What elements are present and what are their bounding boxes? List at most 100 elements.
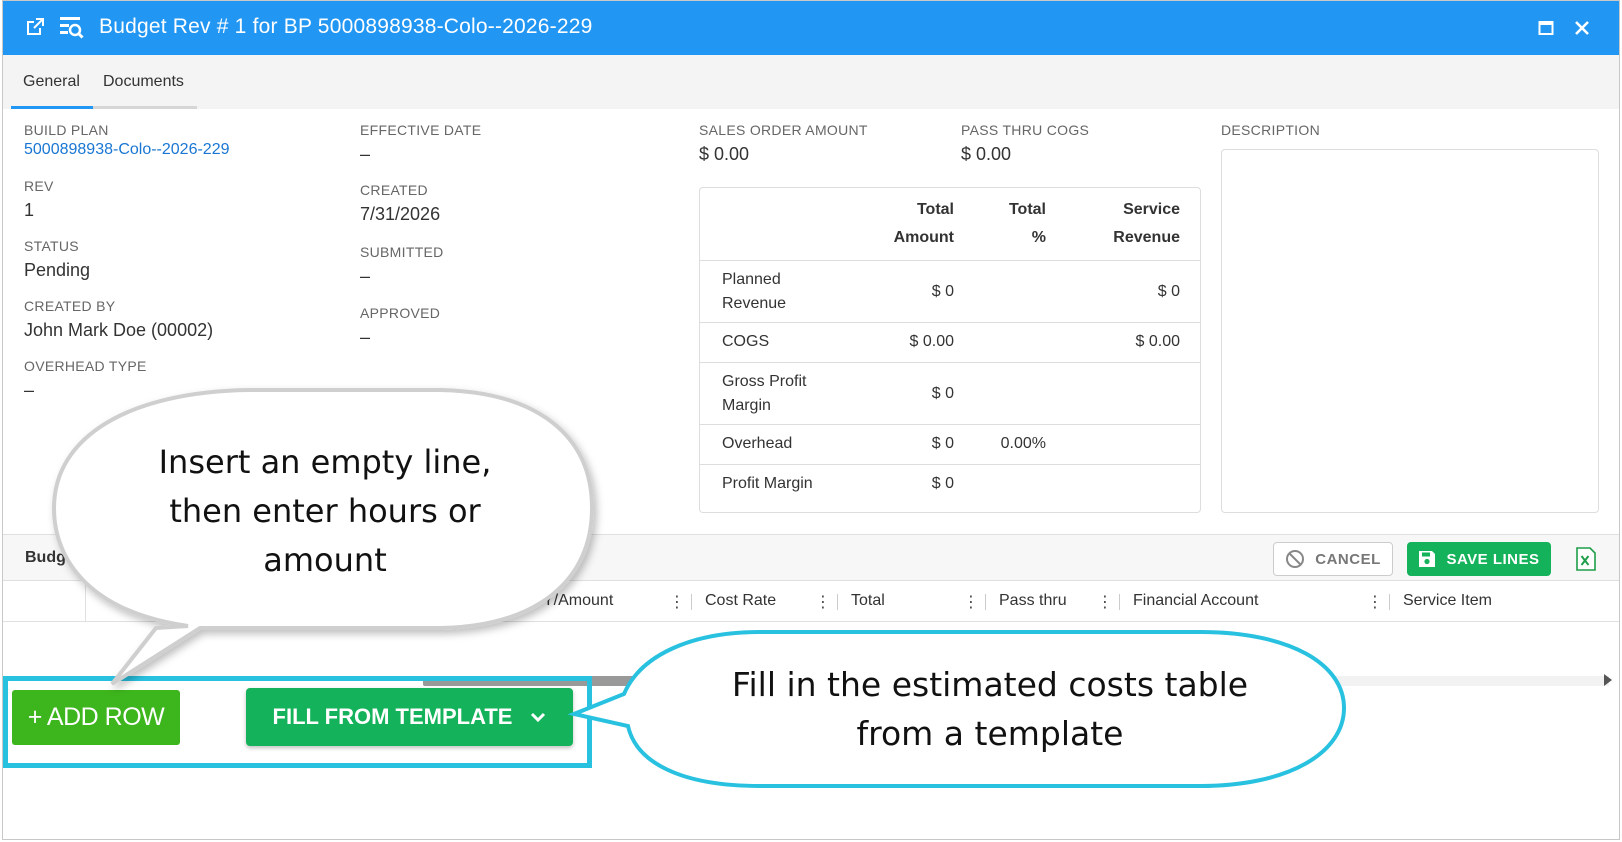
column-menu-icon[interactable]: ⋮ <box>669 592 685 612</box>
description-label: DESCRIPTION <box>1221 122 1320 138</box>
column-menu-icon[interactable]: ⋮ <box>963 592 979 612</box>
row-label-line2: Margin <box>722 397 771 414</box>
column-header-cost-rate[interactable]: Cost Rate <box>705 592 776 610</box>
save-lines-button[interactable]: SAVE LINES <box>1407 542 1551 576</box>
sales-order-amount-label: SALES ORDER AMOUNT <box>699 122 868 138</box>
fill-from-template-label: FILL FROM TEMPLATE <box>272 704 513 729</box>
cancel-button[interactable]: CANCEL <box>1273 542 1393 576</box>
excel-export-icon[interactable] <box>1575 547 1597 571</box>
column-header-qty-amount[interactable]: Y/Amount <box>543 592 613 610</box>
overhead-type-label: OVERHEAD TYPE <box>24 358 147 374</box>
header-service-revenue: Service Revenue <box>1060 196 1180 252</box>
maximize-icon[interactable] <box>1533 15 1559 41</box>
search-records-icon[interactable] <box>59 15 85 41</box>
column-header-financial-account[interactable]: Financial Account <box>1133 592 1258 610</box>
title-bar: Budget Rev # 1 for BP 5000898938-Colo--2… <box>3 1 1619 55</box>
submitted-label: SUBMITTED <box>360 244 444 260</box>
column-separator[interactable] <box>1389 594 1390 610</box>
column-header-service-item[interactable]: Service Item <box>1403 592 1492 610</box>
row-label-line2: Revenue <box>722 295 787 312</box>
save-icon <box>1419 551 1436 567</box>
row-label-gross-profit-margin: Gross Profit Margin <box>722 370 842 418</box>
open-external-icon[interactable] <box>23 15 49 41</box>
column-menu-icon[interactable]: ⋮ <box>1097 592 1113 612</box>
tab-documents-label: Documents <box>103 73 184 90</box>
effective-date-value: – <box>360 144 371 164</box>
column-separator[interactable] <box>837 594 838 610</box>
description-field[interactable] <box>1221 149 1599 513</box>
grid-row-selector-divider <box>85 580 86 622</box>
budget-summary-table: Total Amount Total % Service Revenue Pla… <box>699 187 1201 513</box>
overhead-type-value: – <box>24 380 35 400</box>
cancel-icon <box>1286 550 1305 568</box>
header-service-revenue-line2: Revenue <box>1113 229 1180 246</box>
close-icon[interactable] <box>1569 15 1595 41</box>
planned-revenue-service: $ 0 <box>1157 283 1180 300</box>
header-total-amount: Total Amount <box>840 196 954 252</box>
tab-general[interactable]: General <box>11 73 93 109</box>
rev-value: 1 <box>24 200 35 220</box>
row-divider <box>700 362 1200 363</box>
callout-left-line: Insert an empty line, <box>158 443 492 481</box>
scroll-right-arrow-icon[interactable] <box>1604 674 1612 686</box>
column-separator[interactable] <box>691 594 692 610</box>
callout-right-line: Fill in the estimated costs table <box>731 665 1249 704</box>
row-label-line1: Profit Margin <box>722 475 813 492</box>
inactive-tab-indicator <box>93 106 197 109</box>
header-total-amount-line1: Total <box>916 201 954 218</box>
created-value: 7/31/2026 <box>360 204 441 224</box>
row-label-cogs: COGS <box>722 330 842 354</box>
header-total-pct-line2: % <box>1031 229 1046 246</box>
cogs-service: $ 0.00 <box>1135 333 1180 350</box>
status-label: STATUS <box>24 238 79 254</box>
status-value: Pending <box>24 260 91 280</box>
created-by-label: CREATED BY <box>24 298 116 314</box>
build-plan-link[interactable]: 5000898938-Colo--2026-229 <box>24 141 230 159</box>
chevron-down-icon <box>531 712 546 723</box>
row-label-line1: Overhead <box>722 435 793 452</box>
approved-label: APPROVED <box>360 305 441 321</box>
callout-left-text: Insert an empty line, then enter hours o… <box>130 438 520 585</box>
header-total-pct-line1: Total <box>1008 201 1046 218</box>
column-separator[interactable] <box>1119 594 1120 610</box>
effective-date-label: EFFECTIVE DATE <box>360 122 482 138</box>
pass-thru-cogs-value: $ 0.00 <box>961 144 1012 164</box>
header-total-amount-line2: Amount <box>893 229 954 246</box>
save-lines-button-label: SAVE LINES <box>1446 550 1540 568</box>
active-tab-indicator <box>11 106 93 109</box>
fill-from-template-button[interactable]: FILL FROM TEMPLATE <box>246 688 573 746</box>
row-divider <box>700 424 1200 425</box>
tab-documents[interactable]: Documents <box>93 73 197 109</box>
header-service-revenue-line1: Service <box>1123 201 1180 218</box>
cogs-amount: $ 0.00 <box>909 333 954 350</box>
row-label-profit-margin: Profit Margin <box>722 472 842 496</box>
column-header-pass-thru[interactable]: Pass thru <box>999 592 1067 610</box>
column-menu-icon[interactable]: ⋮ <box>815 592 831 612</box>
budget-lines-title: Budg <box>25 549 66 566</box>
created-label: CREATED <box>360 182 428 198</box>
row-divider <box>700 260 1200 261</box>
tab-general-label: General <box>23 73 80 90</box>
header-total-pct: Total % <box>970 196 1046 252</box>
pass-thru-cogs-label: PASS THRU COGS <box>961 122 1090 138</box>
row-label-line1: Planned <box>722 271 781 288</box>
gross-profit-margin-amount: $ 0 <box>931 385 954 402</box>
column-separator[interactable] <box>985 594 986 610</box>
row-divider <box>700 322 1200 323</box>
add-row-button[interactable]: + ADD ROW <box>12 690 180 745</box>
overhead-pct: 0.00% <box>1000 435 1046 452</box>
planned-revenue-amount: $ 0 <box>931 283 954 300</box>
row-divider <box>700 464 1200 465</box>
column-header-total[interactable]: Total <box>851 592 885 610</box>
row-label-overhead: Overhead <box>722 432 842 456</box>
sales-order-amount-value: $ 0.00 <box>699 144 750 164</box>
row-label-line1: COGS <box>722 333 770 350</box>
overhead-amount: $ 0 <box>931 435 954 452</box>
row-label-planned-revenue: Planned Revenue <box>722 268 842 316</box>
callout-right-line: from a template <box>856 714 1124 753</box>
callout-left-line: then enter hours or <box>169 492 481 530</box>
created-by-value: John Mark Doe (00002) <box>24 320 214 340</box>
cancel-button-label: CANCEL <box>1315 550 1381 568</box>
window-title: Budget Rev # 1 for BP 5000898938-Colo--2… <box>99 15 593 38</box>
column-menu-icon[interactable]: ⋮ <box>1367 592 1383 612</box>
